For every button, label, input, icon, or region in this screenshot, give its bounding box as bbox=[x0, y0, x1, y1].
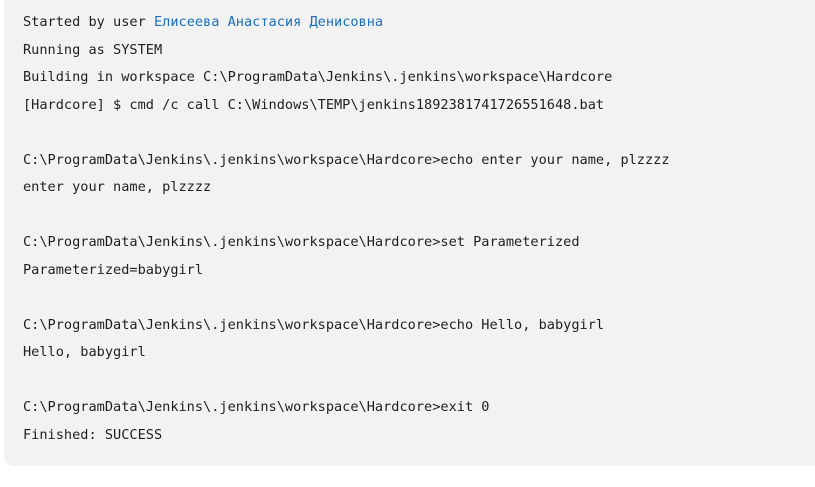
console-line: C:\ProgramData\Jenkins\.jenkins\workspac… bbox=[23, 234, 580, 250]
console-line: enter your name, plzzzz bbox=[23, 179, 212, 195]
console-output: Started by user Елисеева Анастасия Денис… bbox=[4, 0, 815, 466]
console-line: [Hardcore] $ cmd /c call C:\Windows\TEMP… bbox=[23, 96, 605, 113]
console-line: C:\ProgramData\Jenkins\.jenkins\workspac… bbox=[23, 316, 605, 333]
started-by-text: Started by user bbox=[23, 14, 154, 30]
console-line: Building in workspace C:\ProgramData\Jen… bbox=[23, 69, 613, 85]
console-line: C:\ProgramData\Jenkins\.jenkins\workspac… bbox=[23, 399, 490, 415]
console-line: Parameterized=babygirl bbox=[23, 261, 204, 278]
console-line-finished-status: Finished: SUCCESS bbox=[23, 426, 163, 443]
console-line-started-by: Started by user Елисеева Анастасия Денис… bbox=[23, 9, 815, 37]
console-line: Running as SYSTEM bbox=[23, 41, 163, 58]
user-link[interactable]: Елисеева Анастасия Денисовна bbox=[154, 14, 383, 30]
console-line: Hello, babygirl bbox=[23, 344, 146, 360]
console-line: C:\ProgramData\Jenkins\.jenkins\workspac… bbox=[23, 151, 670, 168]
